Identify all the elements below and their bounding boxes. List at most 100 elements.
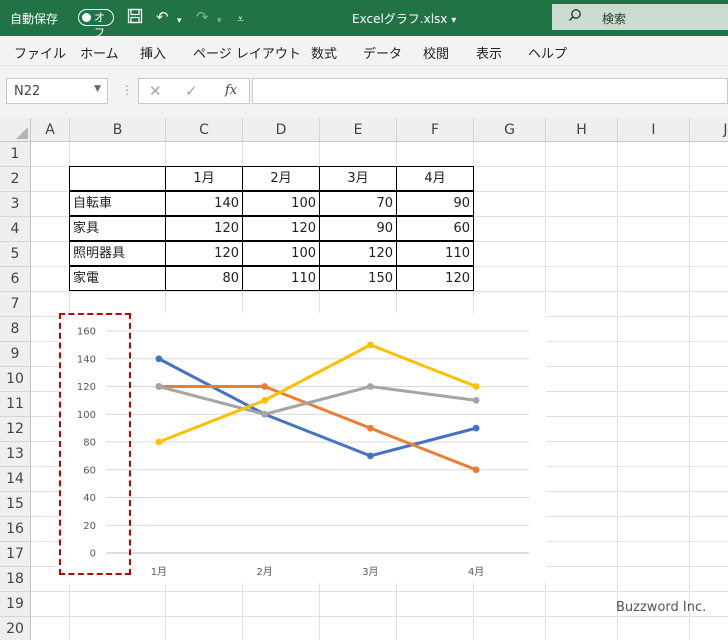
row-header-3[interactable]: 3: [0, 192, 31, 217]
table-header-cell[interactable]: 3月: [319, 166, 397, 191]
line-chart[interactable]: 0 20 40 60 80 100 120 140 160 1月 2月 3月 4月: [59, 313, 546, 583]
worksheet-grid[interactable]: A B C D E F G H I J 1 2 3 4 5 6 7 8 9 10…: [0, 118, 728, 640]
series-point: [155, 355, 163, 363]
table-cell[interactable]: 70: [319, 191, 397, 216]
row-header-18[interactable]: 18: [0, 567, 31, 592]
search-icon: [568, 8, 582, 26]
undo-icon[interactable]: ↶: [156, 8, 169, 26]
column-header-f[interactable]: F: [397, 118, 474, 142]
tab-page-layout[interactable]: ページ レイアウト: [193, 43, 301, 62]
table-cell[interactable]: 照明器具: [69, 241, 166, 266]
column-header-c[interactable]: C: [166, 118, 243, 142]
column-header-g[interactable]: G: [474, 118, 546, 142]
insert-function-icon[interactable]: fx: [225, 83, 237, 98]
table-cell[interactable]: 150: [319, 266, 397, 291]
series-point: [472, 383, 480, 390]
row-header-10[interactable]: 10: [0, 367, 31, 392]
y-tick-label: 0: [90, 549, 96, 560]
table-header-cell[interactable]: 1月: [165, 166, 243, 191]
table-cell[interactable]: 家電: [69, 266, 166, 291]
table-cell[interactable]: 60: [396, 216, 474, 241]
series-point: [472, 424, 480, 432]
select-all-button[interactable]: [0, 118, 31, 142]
redo-icon[interactable]: ↷: [196, 8, 209, 26]
table-header-cell[interactable]: 2月: [242, 166, 320, 191]
select-all-triangle: [16, 127, 28, 139]
table-cell[interactable]: 110: [396, 241, 474, 266]
row-header-4[interactable]: 4: [0, 217, 31, 242]
tab-data[interactable]: データ: [363, 43, 402, 62]
name-box-dropdown-icon[interactable]: ▼: [94, 84, 101, 94]
table-cell[interactable]: 120: [165, 241, 243, 266]
toggle-knob: [82, 13, 91, 22]
column-header-h[interactable]: H: [546, 118, 618, 142]
undo-dropdown-icon[interactable]: ▾: [177, 12, 182, 30]
row-header-5[interactable]: 5: [0, 242, 31, 267]
table-cell[interactable]: 80: [165, 266, 243, 291]
y-tick-label: 120: [77, 382, 96, 393]
formula-input[interactable]: [252, 78, 728, 104]
row-header-2[interactable]: 2: [0, 167, 31, 192]
series-line: [157, 385, 478, 416]
column-header-d[interactable]: D: [243, 118, 320, 142]
file-name-text: Excelグラフ.xlsx: [352, 12, 448, 26]
table-cell[interactable]: 120: [242, 216, 320, 241]
tab-view[interactable]: 表示: [476, 43, 502, 62]
table-header-cell[interactable]: 4月: [396, 166, 474, 191]
row-header-16[interactable]: 16: [0, 517, 31, 542]
table-header-cell[interactable]: [69, 166, 166, 191]
row-header-1[interactable]: 1: [0, 142, 31, 167]
name-box[interactable]: N22 ▼: [6, 78, 108, 104]
table-cell[interactable]: 100: [242, 241, 320, 266]
row-header-8[interactable]: 8: [0, 317, 31, 342]
cancel-icon[interactable]: ✕: [149, 82, 162, 100]
series-point: [261, 410, 269, 418]
name-box-value: N22: [14, 84, 41, 99]
column-header-b[interactable]: B: [70, 118, 166, 142]
table-cell[interactable]: 家具: [69, 216, 166, 241]
series-point: [366, 383, 374, 390]
tab-home[interactable]: ホーム: [80, 43, 119, 62]
row-header-19[interactable]: 19: [0, 592, 31, 617]
tab-insert[interactable]: 挿入: [140, 43, 166, 62]
row-header-12[interactable]: 12: [0, 417, 31, 442]
table-cell[interactable]: 140: [165, 191, 243, 216]
row-header-6[interactable]: 6: [0, 267, 31, 292]
tab-formulas[interactable]: 数式: [311, 43, 337, 62]
y-tick-label: 100: [77, 410, 96, 421]
table-cell[interactable]: 120: [396, 266, 474, 291]
redo-dropdown-icon[interactable]: ▾: [217, 12, 222, 30]
table-cell[interactable]: 90: [319, 216, 397, 241]
search-box[interactable]: 検索: [552, 4, 728, 30]
row-header-13[interactable]: 13: [0, 442, 31, 467]
save-icon[interactable]: [127, 8, 143, 28]
x-tick-label: 1月: [151, 566, 167, 578]
row-header-17[interactable]: 17: [0, 542, 31, 567]
row-header-20[interactable]: 20: [0, 617, 31, 640]
tab-file[interactable]: ファイル: [14, 43, 66, 62]
y-tick-label: 60: [83, 465, 96, 476]
customize-toolbar-icon[interactable]: ⩡: [237, 10, 244, 28]
row-header-11[interactable]: 11: [0, 392, 31, 417]
file-name[interactable]: Excelグラフ.xlsx ▾: [352, 10, 456, 27]
table-cell[interactable]: 110: [242, 266, 320, 291]
row-header-7[interactable]: 7: [0, 292, 31, 317]
autosave-toggle[interactable]: オフ: [78, 9, 114, 39]
column-header-e[interactable]: E: [320, 118, 397, 142]
table-cell[interactable]: 自転車: [69, 191, 166, 216]
column-header-i[interactable]: I: [618, 118, 690, 142]
column-header-j[interactable]: J: [690, 118, 728, 142]
tab-review[interactable]: 校閲: [423, 43, 449, 62]
y-tick-label: 80: [83, 438, 96, 449]
row-header-15[interactable]: 15: [0, 492, 31, 517]
tab-help[interactable]: ヘルプ: [528, 43, 567, 62]
table-cell[interactable]: 100: [242, 191, 320, 216]
row-header-14[interactable]: 14: [0, 467, 31, 492]
enter-icon[interactable]: ✓: [185, 82, 198, 100]
column-header-a[interactable]: A: [31, 118, 70, 142]
formula-bar-grip-icon[interactable]: ⋮: [121, 83, 133, 97]
table-cell[interactable]: 120: [165, 216, 243, 241]
table-cell[interactable]: 90: [396, 191, 474, 216]
table-cell[interactable]: 120: [319, 241, 397, 266]
row-header-9[interactable]: 9: [0, 342, 31, 367]
